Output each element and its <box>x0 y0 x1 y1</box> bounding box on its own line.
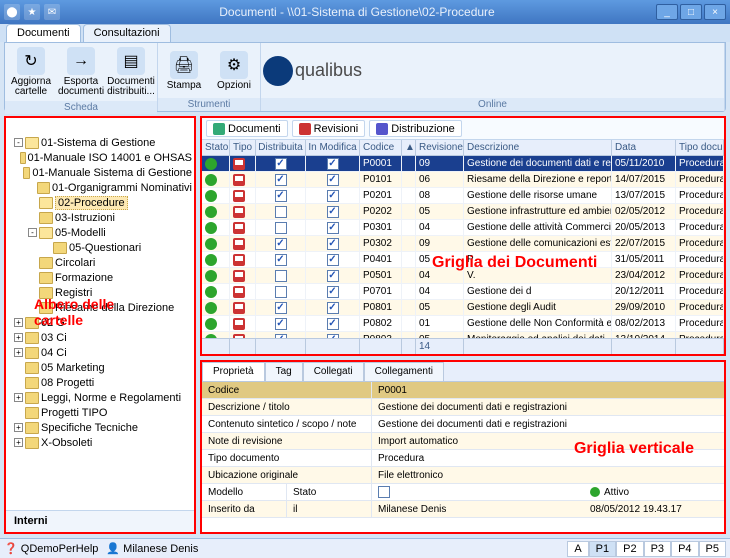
table-row[interactable]: ✓✓P020108Gestione delle risorse umane13/… <box>202 188 724 204</box>
prop-tab-collegamenti[interactable]: Collegamenti <box>364 362 444 381</box>
folder-tree-pane: -01-Sistema di Gestione01-Manuale ISO 14… <box>4 116 196 534</box>
tree-item[interactable]: 01-Manuale Sistema di Gestione <box>8 165 192 180</box>
table-row[interactable]: ✓✓P080105Gestione degli Audit29/09/2010P… <box>202 300 724 316</box>
quick-mail-icon[interactable]: ✉ <box>44 4 60 20</box>
app-icon: ⬤ <box>4 4 20 20</box>
minimize-button[interactable]: _ <box>656 4 678 20</box>
tree-item[interactable]: Progetti TIPO <box>8 405 192 420</box>
ribbon-group-scheda-label: Scheda <box>5 101 157 114</box>
tree-item[interactable]: -05-Modelli <box>8 225 192 240</box>
ribbon-group-online-label: Online <box>261 98 724 111</box>
table-row[interactable]: ✓P020205Gestione infrastrutture ed ambie… <box>202 204 724 220</box>
status-page-P3[interactable]: P3 <box>644 541 671 557</box>
grid-tab-distribuzione[interactable]: Distribuzione <box>369 120 462 137</box>
table-row[interactable]: ✓✓P010106Riesame della Direzione e repor… <box>202 172 724 188</box>
ribbon-btn-g2-0[interactable]: 🖨Stampa <box>160 45 208 96</box>
qualibus-logo-icon[interactable] <box>263 56 293 86</box>
table-row[interactable]: ✓✓P080201Gestione delle Non Conformità e… <box>202 316 724 332</box>
tree-item[interactable]: 08 Progetti <box>8 375 192 390</box>
ribbon-group-strumenti-label: Strumenti <box>158 98 260 111</box>
prop-row: Tipo documentoProcedura <box>202 450 724 467</box>
ribbon-btn-g1-2[interactable]: ▤Documentidistribuiti... <box>107 45 155 99</box>
tree-item[interactable]: 02-Procedure <box>8 195 192 210</box>
main-tab-consultazioni[interactable]: Consultazioni <box>83 24 171 42</box>
tree-item[interactable]: +Leggi, Norme e Regolamenti <box>8 390 192 405</box>
table-row[interactable]: ✓P030104Gestione delle attività Commerci… <box>202 220 724 236</box>
status-page-P5[interactable]: P5 <box>699 541 726 557</box>
ribbon: ↻Aggiornacartelle→Esportadocumenti▤Docum… <box>4 42 726 112</box>
tree-item[interactable]: +03 Ci <box>8 330 192 345</box>
prop-row: CodiceP0001 <box>202 382 724 399</box>
prop-tab-proprieta[interactable]: Proprietà <box>202 362 265 381</box>
grid-tab-documenti[interactable]: Documenti <box>206 120 288 137</box>
window-title: Documenti - \\01-Sistema di Gestione\02-… <box>60 5 654 19</box>
tree-item[interactable]: Registri <box>8 285 192 300</box>
table-row[interactable]: ✓P050104V.23/04/2012Procedura <box>202 268 724 284</box>
qualibus-label: qualibus <box>295 60 362 81</box>
ribbon-btn-g1-0[interactable]: ↻Aggiornacartelle <box>7 45 55 99</box>
prop-row: Note di revisioneImport automatico <box>202 433 724 450</box>
prop-row: Inserito dailMilanese Denis08/05/2012 19… <box>202 501 724 518</box>
tree-item[interactable]: 01-Organigrammi Nominativi <box>8 180 192 195</box>
titlebar: ⬤ ★ ✉ Documenti - \\01-Sistema di Gestio… <box>0 0 730 24</box>
close-button[interactable]: × <box>704 4 726 20</box>
main-tab-strip: Documenti Consultazioni <box>0 24 730 42</box>
tree-item[interactable]: 05 Marketing <box>8 360 192 375</box>
ribbon-btn-g2-1[interactable]: ⚙Opzioni <box>210 45 258 96</box>
status-page-P2[interactable]: P2 <box>616 541 643 557</box>
tree-item[interactable]: +02 G <box>8 315 192 330</box>
table-row[interactable]: ✓✓P000109Gestione dei documenti dati e r… <box>202 156 724 172</box>
status-page-P1[interactable]: P1 <box>589 541 616 557</box>
tree-item[interactable]: -01-Sistema di Gestione <box>8 135 192 150</box>
grid-tab-revisioni[interactable]: Revisioni <box>292 120 366 137</box>
prop-tab-tag[interactable]: Tag <box>265 362 303 381</box>
prop-row: ModelloStatoAttivo <box>202 484 724 501</box>
status-page-A[interactable]: A <box>567 541 588 557</box>
tree-item[interactable]: 01-Manuale ISO 14001 e OHSAS <box>8 150 192 165</box>
status-page-P4[interactable]: P4 <box>671 541 698 557</box>
tree-item[interactable]: Formazione <box>8 270 192 285</box>
tree-item[interactable]: +Specifiche Tecniche <box>8 420 192 435</box>
tree-item[interactable]: 03-Istruzioni <box>8 210 192 225</box>
prop-row: Descrizione / titoloGestione dei documen… <box>202 399 724 416</box>
grid-header-row: Stato Tipo Distribuita In Modifica Codic… <box>202 140 724 156</box>
maximize-button[interactable]: □ <box>680 4 702 20</box>
table-row[interactable]: ✓P070104Gestione dei d20/12/2011Procedur… <box>202 284 724 300</box>
table-row[interactable]: ✓✓P030209Gestione delle comunicazioni es… <box>202 236 724 252</box>
main-tab-documenti[interactable]: Documenti <box>6 24 81 42</box>
tree-footer-interni[interactable]: Interni <box>6 510 194 532</box>
ribbon-btn-g1-1[interactable]: →Esportadocumenti <box>57 45 105 99</box>
documents-grid-box: Documenti Revisioni Distribuzione Stato … <box>200 116 726 356</box>
status-user: 👤 Milanese Denis <box>106 542 198 555</box>
grid-footer-count: 14 <box>416 339 464 354</box>
prop-tab-collegati[interactable]: Collegati <box>303 362 364 381</box>
status-help[interactable]: ❓ QDemoPerHelp <box>4 542 98 555</box>
tree-item[interactable]: Riesame della Direzione <box>8 300 192 315</box>
properties-box: Proprietà Tag Collegati Collegamenti Cod… <box>200 360 726 534</box>
prop-row: Ubicazione originaleFile elettronico <box>202 467 724 484</box>
tree-item[interactable]: +X-Obsoleti <box>8 435 192 450</box>
table-row[interactable]: ✓✓P040105P31/05/2011Procedura <box>202 252 724 268</box>
tree-item[interactable]: Circolari <box>8 255 192 270</box>
tree-root[interactable] <box>8 120 192 135</box>
quick-star-icon[interactable]: ★ <box>24 4 40 20</box>
prop-row: Contenuto sintetico / scopo / noteGestio… <box>202 416 724 433</box>
tree-item[interactable]: +04 Ci <box>8 345 192 360</box>
tree-item[interactable]: 05-Questionari <box>8 240 192 255</box>
statusbar: ❓ QDemoPerHelp 👤 Milanese Denis AP1P2P3P… <box>0 538 730 558</box>
